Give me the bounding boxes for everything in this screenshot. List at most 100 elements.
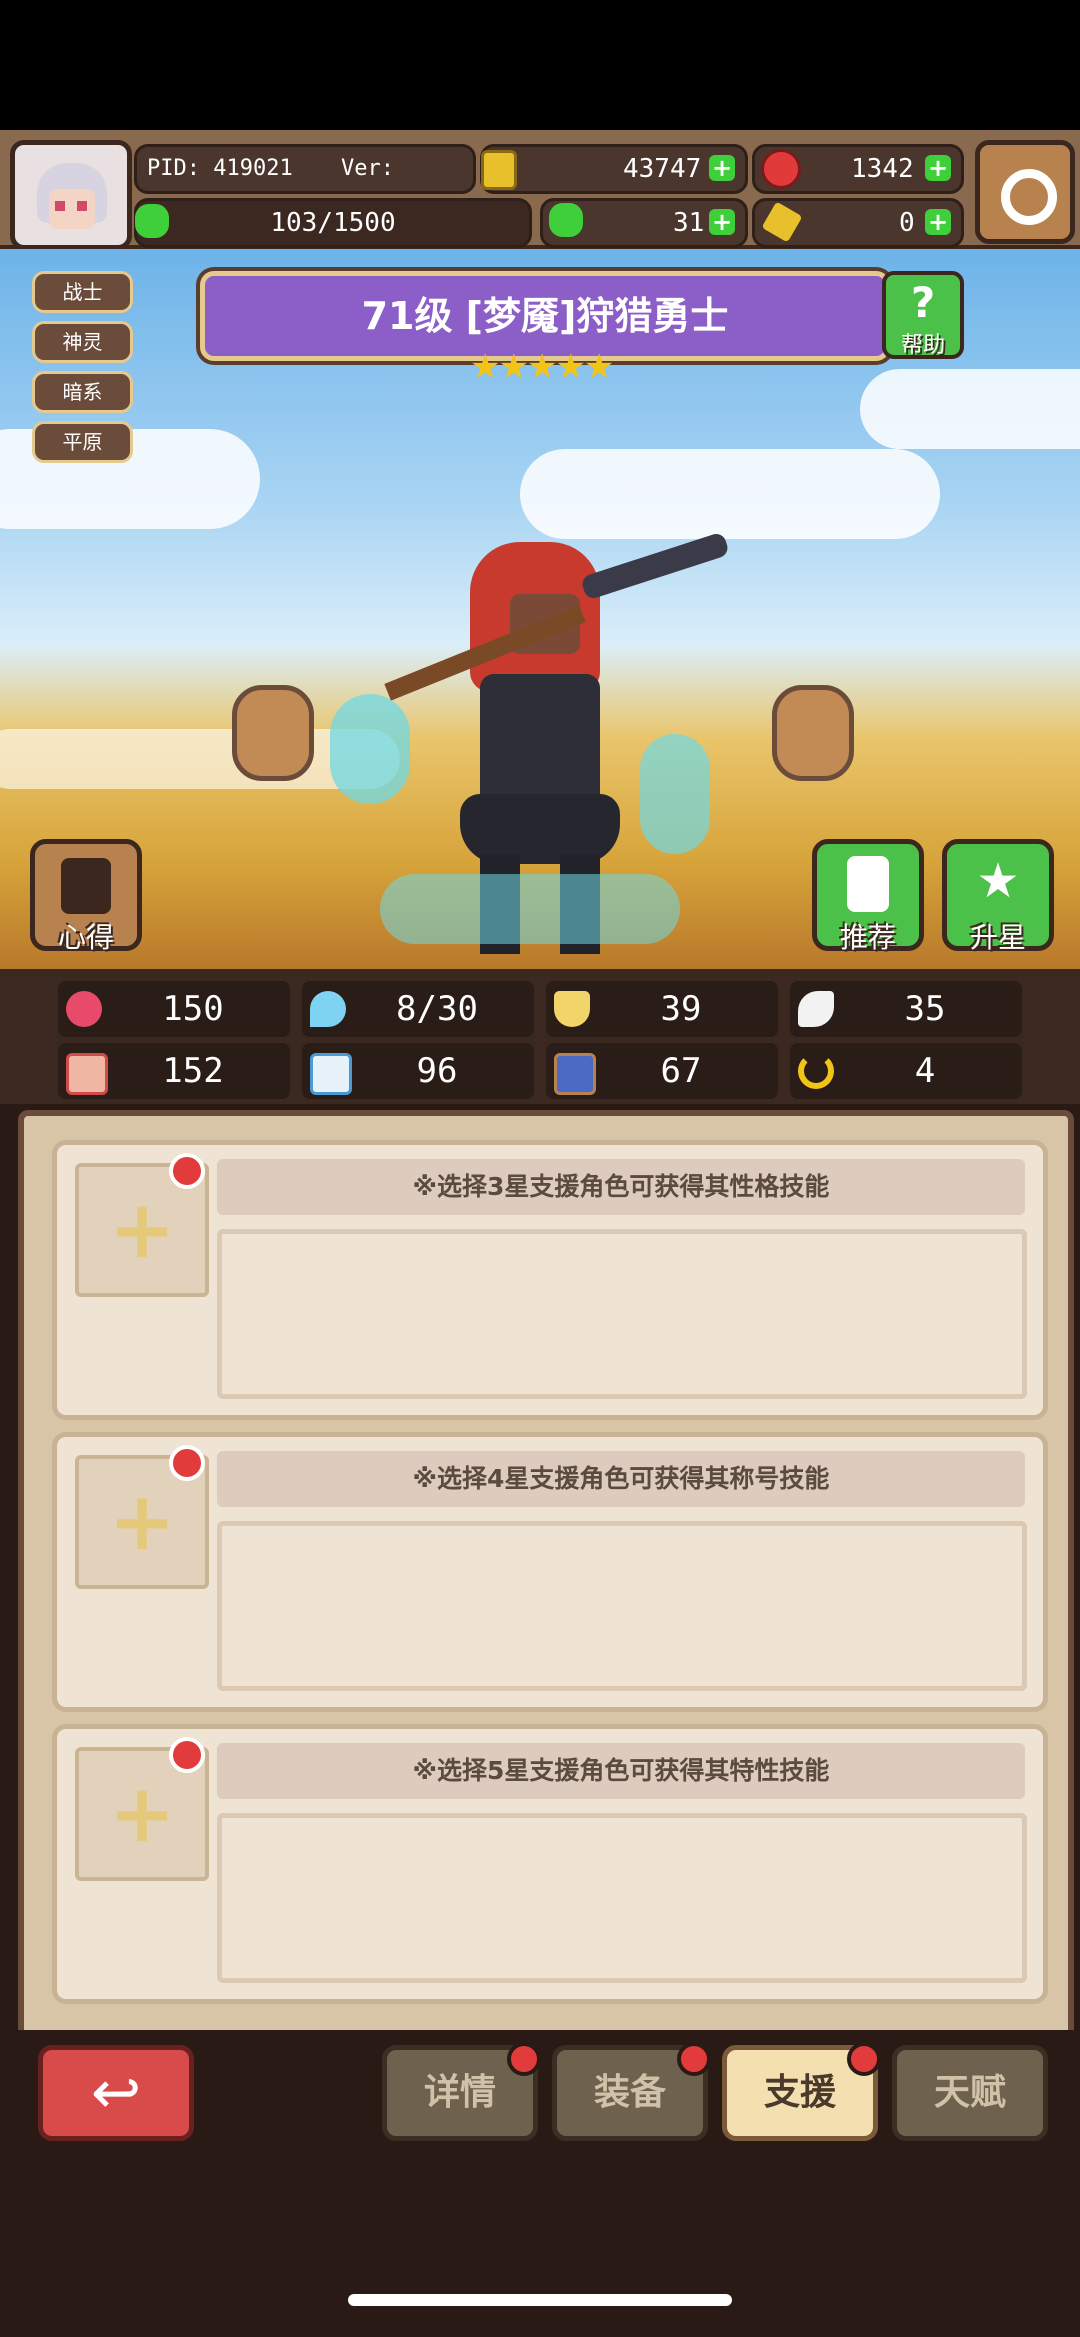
top-resource-bar: PID: 419021 Ver: 1.0.1.0 43747 + 1342 + … bbox=[0, 130, 1080, 250]
tab-support-label: 支援 bbox=[763, 2072, 836, 2113]
thumbs-up-icon bbox=[847, 856, 889, 912]
notification-dot bbox=[677, 2042, 711, 2076]
key-pill: 0 + bbox=[752, 198, 964, 248]
cloud bbox=[860, 369, 1080, 449]
gear-icon bbox=[1001, 169, 1057, 225]
home-indicator[interactable] bbox=[348, 2294, 732, 2306]
next-character-button[interactable] bbox=[772, 685, 854, 781]
recommend-button[interactable]: 推荐 bbox=[812, 839, 924, 954]
notification-dot bbox=[847, 2042, 881, 2076]
wing-icon bbox=[798, 991, 834, 1027]
notebook-icon bbox=[61, 858, 111, 914]
support-slot-5star: + ※选择5星支援角色可获得其特性技能 bbox=[52, 1724, 1048, 2004]
horseshoe-icon bbox=[798, 1053, 834, 1089]
fist-icon bbox=[66, 1053, 108, 1095]
question-icon: ? bbox=[910, 278, 936, 327]
add-gems-button[interactable]: + bbox=[925, 155, 951, 181]
recommend-label: 推荐 bbox=[839, 921, 896, 954]
element-tag-dark: 暗系 bbox=[32, 371, 133, 413]
book-icon bbox=[310, 1053, 352, 1095]
stat-value: 35 bbox=[904, 989, 946, 1029]
support-hint: ※选择3星支援角色可获得其性格技能 bbox=[217, 1159, 1025, 1215]
help-button[interactable]: ? 帮助 bbox=[882, 271, 964, 359]
character-title: 71级 [梦魇]狩猎勇士 bbox=[361, 294, 729, 338]
stats-grid: 150 8/30 39 35 152 96 67 4 bbox=[0, 969, 1080, 1104]
gold-pill: 43747 + bbox=[480, 144, 748, 194]
terrain-tag-plains: 平原 bbox=[32, 421, 133, 463]
tab-details-label: 详情 bbox=[423, 2072, 496, 2113]
back-button[interactable]: ↩ bbox=[38, 2045, 194, 2141]
stat-defense: 39 bbox=[546, 981, 778, 1037]
stat-value: 152 bbox=[162, 1051, 224, 1091]
skill-box bbox=[217, 1813, 1027, 1983]
notification-dot bbox=[169, 1445, 205, 1481]
boot-icon bbox=[554, 1053, 596, 1095]
stat-speed: 35 bbox=[790, 981, 1022, 1037]
exp-value: 103/1500 bbox=[270, 208, 396, 238]
pid-version-pill: PID: 419021 Ver: 1.0.1.0 bbox=[134, 144, 476, 225]
stat-value: 67 bbox=[660, 1051, 702, 1091]
stat-attack: 152 bbox=[58, 1043, 290, 1099]
insight-label: 心得 bbox=[57, 921, 114, 954]
character-scene: 战士 神灵 暗系 平原 71级 [梦魇]狩猎勇士 ★★★★★ ? 帮助 心得 推… bbox=[0, 249, 1080, 969]
key-icon bbox=[761, 201, 803, 243]
notification-dot bbox=[169, 1737, 205, 1773]
clover-amount: 31 bbox=[673, 208, 705, 238]
water-drop-icon bbox=[310, 991, 346, 1027]
notification-dot bbox=[169, 1153, 205, 1189]
gold-amount: 43747 bbox=[623, 154, 702, 184]
support-hint: ※选择5星支援角色可获得其特性技能 bbox=[217, 1743, 1025, 1799]
previous-character-button[interactable] bbox=[232, 685, 314, 781]
star-icon: ★ bbox=[976, 853, 1020, 909]
tab-equipment[interactable]: 装备 bbox=[552, 2042, 711, 2141]
support-panel: + ※选择3星支援角色可获得其性格技能 + ※选择4星支援角色可获得其称号技能 … bbox=[18, 1110, 1074, 2042]
status-bar bbox=[0, 0, 1080, 130]
stat-mana: 8/30 bbox=[302, 981, 534, 1037]
stat-value: 96 bbox=[416, 1051, 458, 1091]
player-avatar[interactable] bbox=[10, 140, 132, 250]
stat-value: 4 bbox=[914, 1051, 936, 1091]
stat-movement: 67 bbox=[546, 1043, 778, 1099]
support-slot-3star: + ※选择3星支援角色可获得其性格技能 bbox=[52, 1140, 1048, 1420]
stat-hp: 150 bbox=[58, 981, 290, 1037]
tab-details[interactable]: 详情 bbox=[382, 2042, 541, 2141]
skill-box bbox=[217, 1521, 1027, 1691]
class-tag-warrior: 战士 bbox=[32, 271, 133, 313]
race-tag-deity: 神灵 bbox=[32, 321, 133, 363]
stat-value: 39 bbox=[660, 989, 702, 1029]
star-rating: ★★★★★ bbox=[470, 347, 614, 387]
bottom-nav: ↩ 详情 装备 支援 天赋 bbox=[0, 2030, 1080, 2337]
pid-label: PID: 419021 bbox=[147, 156, 293, 181]
add-clovers-button[interactable]: + bbox=[709, 209, 735, 235]
character-sprite bbox=[330, 531, 731, 964]
star-up-label: 升星 bbox=[969, 921, 1026, 954]
tab-support[interactable]: 支援 bbox=[722, 2042, 881, 2141]
insight-button[interactable]: 心得 bbox=[30, 839, 142, 954]
add-gold-button[interactable]: + bbox=[709, 155, 735, 181]
heart-icon bbox=[66, 991, 102, 1027]
stat-intellect: 96 bbox=[302, 1043, 534, 1099]
notification-dot bbox=[507, 2042, 541, 2076]
help-label: 帮助 bbox=[900, 333, 945, 358]
key-amount: 0 bbox=[899, 208, 915, 238]
gold-coin-icon bbox=[481, 150, 517, 190]
clover-pill: 31 + bbox=[540, 198, 748, 248]
tab-talent-label: 天赋 bbox=[933, 2072, 1006, 2113]
red-gem-icon bbox=[761, 149, 801, 189]
settings-gear-button[interactable] bbox=[975, 140, 1075, 244]
clover-icon bbox=[549, 203, 583, 237]
support-slot-4star: + ※选择4星支援角色可获得其称号技能 bbox=[52, 1432, 1048, 1712]
add-keys-button[interactable]: + bbox=[925, 209, 951, 235]
stat-value: 8/30 bbox=[396, 989, 478, 1029]
gem-amount: 1342 bbox=[851, 154, 914, 184]
gem-pill: 1342 + bbox=[752, 144, 964, 194]
star-up-button[interactable]: ★ 升星 bbox=[942, 839, 1054, 954]
skill-box bbox=[217, 1229, 1027, 1399]
shield-icon bbox=[554, 991, 590, 1027]
tab-talent[interactable]: 天赋 bbox=[892, 2045, 1048, 2141]
stat-value: 150 bbox=[162, 989, 224, 1029]
tab-equipment-label: 装备 bbox=[593, 2072, 666, 2113]
exp-bar: 103/1500 bbox=[134, 198, 532, 248]
support-hint: ※选择4星支援角色可获得其称号技能 bbox=[217, 1451, 1025, 1507]
stat-luck: 4 bbox=[790, 1043, 1022, 1099]
